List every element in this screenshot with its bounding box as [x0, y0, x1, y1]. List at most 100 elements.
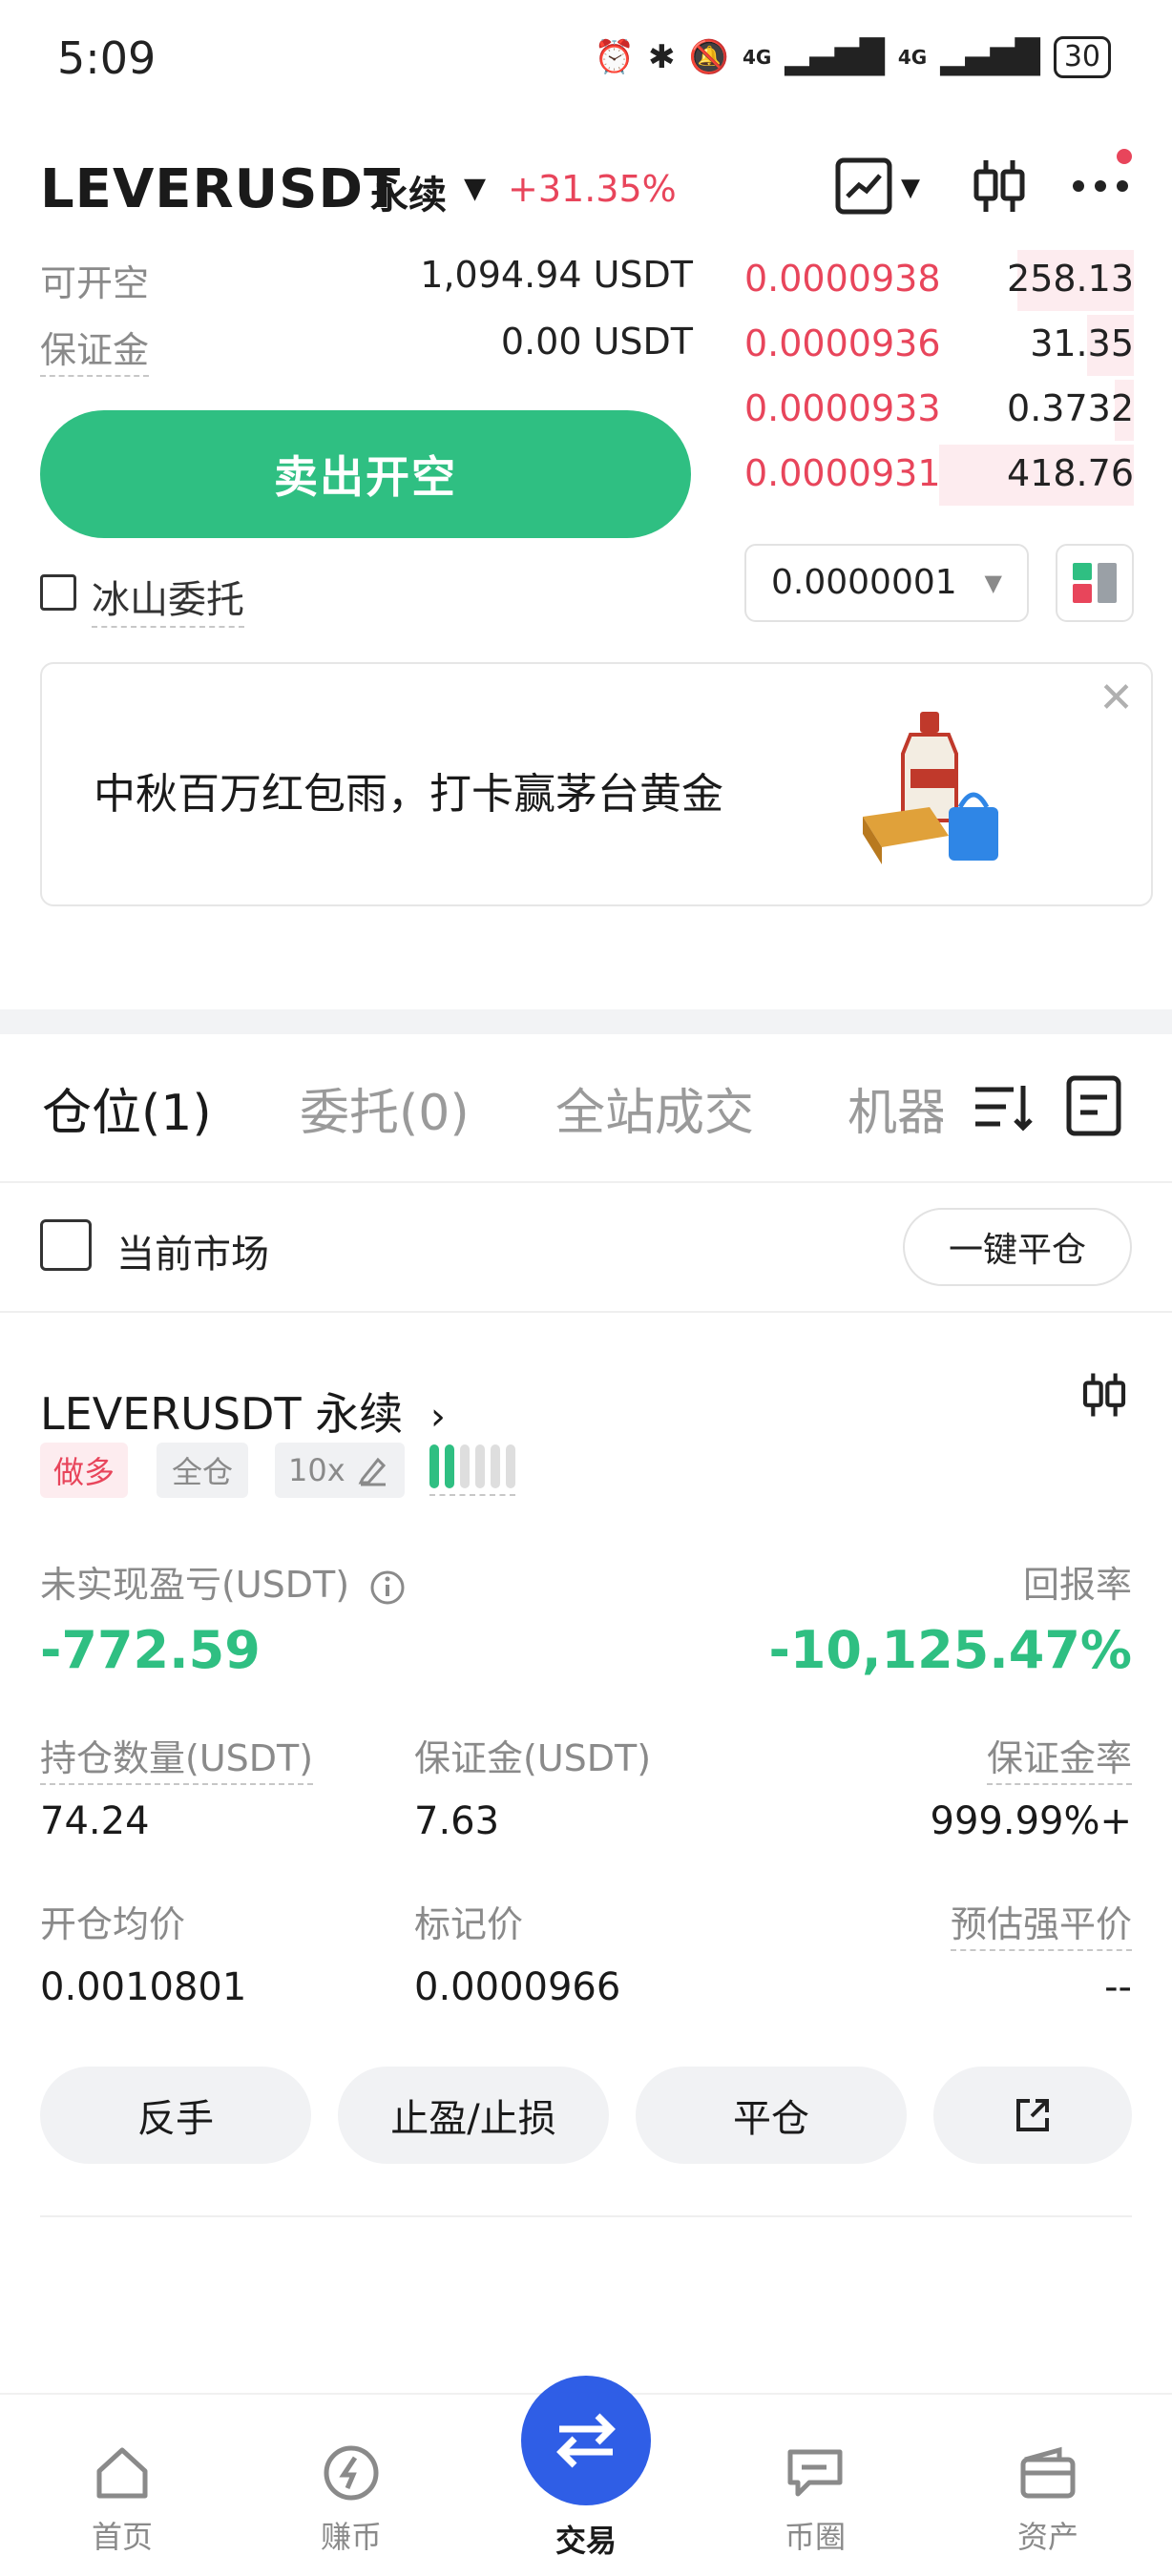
- precision-select[interactable]: 0.0000001 ▼: [744, 544, 1029, 622]
- close-position-button[interactable]: 平仓: [636, 2067, 907, 2164]
- available-value: 1,094.94 USDT: [420, 254, 693, 296]
- current-market-label[interactable]: 当前市场: [116, 1223, 269, 1278]
- iceberg-checkbox[interactable]: [40, 574, 76, 611]
- nav-trade-label[interactable]: 交易: [519, 2517, 653, 2561]
- risk-level-indicator[interactable]: [429, 1444, 515, 1496]
- nav-home[interactable]: 首页: [55, 2442, 189, 2557]
- position-margin-label: 保证金(USDT): [414, 1737, 652, 1779]
- position-size-label[interactable]: 持仓数量(USDT): [40, 1729, 314, 1785]
- leverage-tag[interactable]: 10x: [275, 1443, 405, 1498]
- tab-orders[interactable]: 委托(0): [300, 1072, 470, 1144]
- tabs-divider: [0, 1181, 1172, 1183]
- liquidation-price-value: --: [1104, 1965, 1132, 2009]
- mark-price-value: 0.0000966: [414, 1965, 621, 2009]
- unrealized-pnl-value: -772.59: [40, 1620, 261, 1680]
- orderbook-layout-toggle[interactable]: [1056, 544, 1134, 622]
- chevron-down-icon: ▼: [984, 570, 1002, 596]
- pair-dropdown-icon[interactable]: ▼: [464, 172, 486, 205]
- ask-qty: 418.76: [1007, 452, 1134, 494]
- sell-short-button[interactable]: 卖出开空: [40, 410, 691, 538]
- mute-icon: 🔕: [688, 38, 729, 76]
- nav-assets[interactable]: 资产: [981, 2442, 1115, 2557]
- nav-assets-label: 资产: [1016, 2519, 1078, 2555]
- pnl-label-text: 未实现盈亏(USDT): [40, 1564, 350, 1606]
- info-icon[interactable]: [368, 1568, 407, 1607]
- notification-dot: [1117, 149, 1132, 164]
- roi-label: 回报率: [1022, 1564, 1132, 1606]
- available-label: 可开空: [40, 262, 150, 304]
- sort-icon[interactable]: [972, 1078, 1033, 1139]
- tab-bots[interactable]: 机器: [848, 1072, 943, 1144]
- signal-bars-icon-2: ▂▄▆█: [940, 38, 1040, 76]
- nav-community[interactable]: 币圈: [748, 2442, 882, 2557]
- risk-bar: [506, 1444, 515, 1488]
- risk-bar: [475, 1444, 485, 1488]
- reverse-button[interactable]: 反手: [40, 2067, 311, 2164]
- price-change: +31.35%: [508, 168, 677, 210]
- mark-price-label: 标记价: [414, 1903, 524, 1945]
- contract-type[interactable]: 永续: [370, 164, 447, 219]
- risk-bar: [491, 1444, 500, 1488]
- side-tag: 做多: [40, 1443, 128, 1498]
- orderbook-ask-row[interactable]: 0.0000933 0.3732: [744, 380, 1134, 441]
- edit-icon: [358, 1457, 386, 1486]
- promo-banner[interactable]: 中秋百万红包雨，打卡赢茅台黄金 ✕: [40, 662, 1153, 906]
- margin-value: 0.00 USDT: [500, 321, 693, 363]
- pair-title[interactable]: LEVERUSDT: [40, 158, 401, 220]
- tab-market-trades[interactable]: 全站成交: [555, 1072, 754, 1144]
- position-margin-value: 7.63: [414, 1799, 500, 1843]
- divider: [40, 2215, 1132, 2217]
- tab-positions[interactable]: 仓位(1): [42, 1072, 212, 1144]
- ask-qty: 0.3732: [1007, 387, 1134, 429]
- position-title[interactable]: LEVERUSDT 永续 ›: [40, 1380, 446, 1443]
- chart-icon[interactable]: [830, 153, 897, 219]
- ask-price: 0.0000936: [744, 322, 941, 364]
- margin-ratio-label[interactable]: 保证金率: [986, 1729, 1132, 1785]
- ask-price: 0.0000933: [744, 387, 941, 429]
- leverage-value: 10x: [288, 1452, 345, 1488]
- signal-icon-2: 4G: [897, 46, 928, 69]
- orderbook-ask-row[interactable]: 0.0000938 258.13: [744, 250, 1134, 311]
- liquidation-price-label[interactable]: 预估强平价: [950, 1895, 1132, 1951]
- precision-value: 0.0000001: [771, 563, 957, 602]
- nav-trade[interactable]: [521, 2376, 651, 2505]
- signal-bars-icon-1: ▂▄▆█: [785, 38, 885, 76]
- share-button[interactable]: [933, 2067, 1132, 2164]
- candlestick-icon[interactable]: [966, 153, 1033, 219]
- banner-text: 中秋百万红包雨，打卡赢茅台黄金: [94, 770, 723, 819]
- entry-price-value: 0.0010801: [40, 1965, 247, 2009]
- risk-bar: [429, 1444, 439, 1488]
- nav-home-label: 首页: [91, 2519, 153, 2555]
- ask-qty: 31.35: [1030, 322, 1134, 364]
- roi-value: -10,125.47%: [768, 1620, 1132, 1680]
- status-icons: ⏰ ✱ 🔕 4G ▂▄▆█ 4G ▂▄▆█ 30: [595, 32, 1111, 82]
- signal-icon-1: 4G: [742, 46, 772, 69]
- margin-ratio-value: 999.99%+: [930, 1799, 1132, 1843]
- current-market-checkbox[interactable]: [40, 1219, 92, 1271]
- iceberg-label[interactable]: 冰山委托: [92, 569, 244, 628]
- tpsl-button[interactable]: 止盈/止损: [338, 2067, 609, 2164]
- order-history-icon[interactable]: [1063, 1074, 1124, 1141]
- status-time: 5:09: [57, 32, 157, 84]
- alarm-icon: ⏰: [594, 38, 636, 76]
- chart-dropdown-icon[interactable]: ▼: [901, 174, 920, 202]
- nav-earn[interactable]: 赚币: [284, 2442, 418, 2557]
- candlestick-icon[interactable]: [1080, 1370, 1128, 1423]
- trade-swap-icon: [556, 2413, 616, 2468]
- close-all-button[interactable]: 一键平仓: [903, 1208, 1132, 1286]
- risk-bar: [460, 1444, 470, 1488]
- position-size-value: 74.24: [40, 1799, 150, 1843]
- earn-icon: [324, 2445, 379, 2501]
- margin-label[interactable]: 保证金: [40, 321, 150, 377]
- orderbook-ask-row[interactable]: 0.0000936 31.35: [744, 315, 1134, 376]
- bluetooth-icon: ✱: [648, 38, 676, 76]
- orderbook-ask-row[interactable]: 0.0000931 418.76: [744, 445, 1134, 506]
- share-icon: [1016, 2099, 1049, 2131]
- close-icon[interactable]: ✕: [1099, 674, 1134, 722]
- ask-qty: 258.13: [1007, 258, 1134, 300]
- position-symbol: LEVERUSDT 永续: [40, 1388, 404, 1440]
- risk-bar: [445, 1444, 454, 1488]
- wallet-icon: [1020, 2446, 1076, 2499]
- battery-icon: 30: [1053, 36, 1111, 78]
- home-icon: [96, 2447, 148, 2499]
